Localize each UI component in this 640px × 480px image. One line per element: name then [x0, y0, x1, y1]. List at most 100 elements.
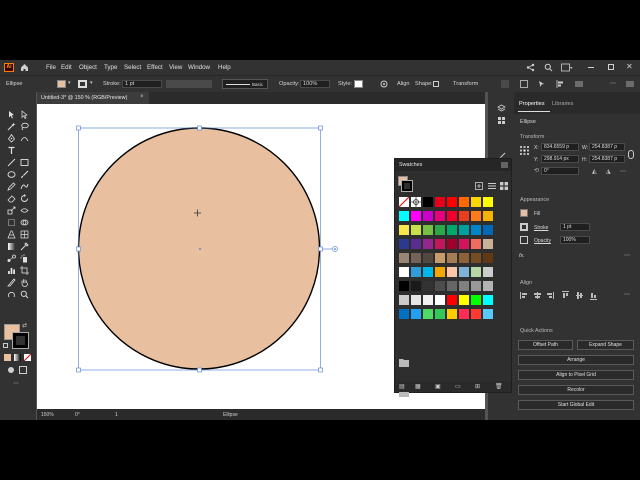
swatches-panel-menu-icon[interactable] — [501, 162, 508, 168]
appearance-opacity-field[interactable]: 100% — [560, 236, 590, 244]
color-swatch[interactable] — [410, 210, 422, 222]
color-swatch[interactable] — [458, 238, 470, 250]
color-swatch[interactable] — [470, 196, 482, 208]
color-swatch[interactable] — [422, 266, 434, 278]
ellipse-tool-icon[interactable] — [7, 170, 16, 179]
rotation-value[interactable]: 0° — [75, 412, 80, 418]
color-swatch[interactable] — [482, 210, 494, 222]
color-swatch[interactable] — [398, 210, 410, 222]
constrain-proportions-icon[interactable] — [628, 150, 634, 159]
isolate-icon[interactable] — [501, 80, 509, 88]
edit-toolbar-icon[interactable]: ⋯ — [13, 380, 19, 387]
color-swatch[interactable] — [458, 210, 470, 222]
angle-field[interactable]: 0° — [541, 167, 579, 175]
swatch-none[interactable] — [398, 196, 410, 208]
new-swatch-icon[interactable]: ⊞ — [475, 383, 480, 390]
shape-builder-tool-icon[interactable] — [20, 218, 29, 227]
swatches-panel-icon[interactable] — [497, 116, 506, 125]
workspace-icon[interactable] — [561, 63, 573, 72]
color-swatch[interactable] — [446, 238, 458, 250]
grid-view-icon[interactable] — [500, 182, 508, 190]
x-field[interactable]: 834.6559 p — [541, 143, 579, 151]
menu-type[interactable]: Type — [104, 64, 117, 71]
type-tool-icon[interactable] — [7, 146, 16, 155]
menu-edit[interactable]: Edit — [61, 64, 72, 71]
shape-link[interactable]: Shape: — [415, 81, 433, 87]
w-field[interactable]: 254.8387 p — [589, 143, 625, 151]
direct-selection-tool-icon[interactable] — [20, 110, 29, 119]
column-graph-tool-icon[interactable] — [7, 266, 16, 275]
color-swatch[interactable] — [446, 280, 458, 292]
layers-panel-icon[interactable] — [497, 104, 506, 113]
expand-shape-button[interactable]: Expand Shape — [577, 340, 634, 350]
color-swatch[interactable] — [470, 224, 482, 236]
flip-horizontal-icon[interactable]: ◭ — [592, 168, 597, 175]
color-swatch[interactable] — [446, 308, 458, 320]
color-swatch[interactable] — [434, 280, 446, 292]
start-global-edit-button[interactable]: Start Global Edit — [518, 400, 634, 410]
tab-properties[interactable]: Properties — [519, 101, 545, 107]
color-swatch[interactable] — [470, 308, 482, 320]
more-align-icon[interactable]: ⋯ — [624, 291, 630, 298]
document-tab[interactable]: Untitled-3* @ 150 % (RGB/Preview) × — [37, 92, 149, 104]
color-group-folder-icon[interactable] — [399, 358, 409, 367]
zoom-tool-icon[interactable] — [20, 290, 29, 299]
color-swatch[interactable] — [482, 238, 494, 250]
align-link[interactable]: Align — [397, 81, 409, 87]
color-swatch[interactable] — [398, 266, 410, 278]
default-colors-icon[interactable] — [3, 343, 8, 348]
stroke-weight-field[interactable]: 1 pt — [122, 80, 162, 88]
close-icon[interactable]: ✕ — [626, 62, 633, 71]
color-swatch[interactable] — [482, 196, 494, 208]
free-transform-tool-icon[interactable] — [7, 218, 16, 227]
color-swatch[interactable] — [422, 280, 434, 292]
screen-mode-icon[interactable] — [19, 366, 27, 374]
selection-tool-icon[interactable] — [7, 110, 16, 119]
opacity-link[interactable]: Opacity — [534, 238, 551, 244]
swatch-group-icon[interactable] — [475, 182, 483, 190]
tab-libraries[interactable]: Libraries — [552, 101, 573, 107]
zoom-level[interactable]: 150% — [41, 412, 54, 418]
lasso-tool-icon[interactable] — [20, 122, 29, 131]
appearance-stroke-field[interactable]: 1 pt — [560, 223, 590, 231]
menu-effect[interactable]: Effect — [147, 64, 163, 71]
appearance-fill-swatch[interactable] — [520, 209, 528, 217]
graphic-style-swatch[interactable] — [354, 80, 363, 88]
color-swatch[interactable] — [410, 238, 422, 250]
minimize-icon[interactable] — [588, 67, 594, 68]
swatch-options-icon[interactable]: ▣ — [435, 383, 441, 390]
shape-icon[interactable] — [433, 81, 439, 87]
y-field[interactable]: 298.914 px — [541, 155, 579, 163]
color-swatch[interactable] — [410, 252, 422, 264]
stroke-color-box[interactable] — [12, 332, 29, 349]
color-swatch[interactable] — [470, 252, 482, 264]
color-swatch[interactable] — [422, 224, 434, 236]
slice-tool-icon[interactable] — [7, 278, 16, 287]
mesh-tool-icon[interactable] — [20, 230, 29, 239]
opacity-field[interactable]: 100% — [300, 80, 330, 88]
recolor-button[interactable]: Recolor — [518, 385, 634, 395]
list-view-icon[interactable] — [488, 182, 496, 190]
search-icon[interactable] — [544, 63, 553, 72]
color-swatch[interactable] — [470, 238, 482, 250]
color-swatch[interactable] — [422, 196, 434, 208]
brush-definition-dropdown[interactable]: Basic — [222, 79, 268, 89]
color-swatch[interactable] — [398, 308, 410, 320]
fx-button[interactable]: fx. — [519, 253, 525, 259]
color-swatch[interactable] — [410, 280, 422, 292]
color-swatch[interactable] — [410, 266, 422, 278]
swatch-registration[interactable] — [410, 196, 422, 208]
panel-options-icon[interactable] — [575, 80, 583, 88]
color-swatch[interactable] — [446, 252, 458, 264]
live-shape-widget[interactable] — [322, 246, 338, 252]
color-swatch[interactable] — [410, 294, 422, 306]
home-icon[interactable] — [20, 63, 29, 72]
draw-mode-icon[interactable] — [7, 366, 15, 374]
rectangle-tool-icon[interactable] — [20, 158, 29, 167]
stroke-dropdown-icon[interactable]: ▾ — [90, 80, 93, 86]
color-swatch[interactable] — [458, 266, 470, 278]
menu-help[interactable]: Help — [218, 64, 231, 71]
menu-window[interactable]: Window — [188, 64, 210, 71]
color-swatch[interactable] — [470, 210, 482, 222]
color-swatch[interactable] — [422, 238, 434, 250]
